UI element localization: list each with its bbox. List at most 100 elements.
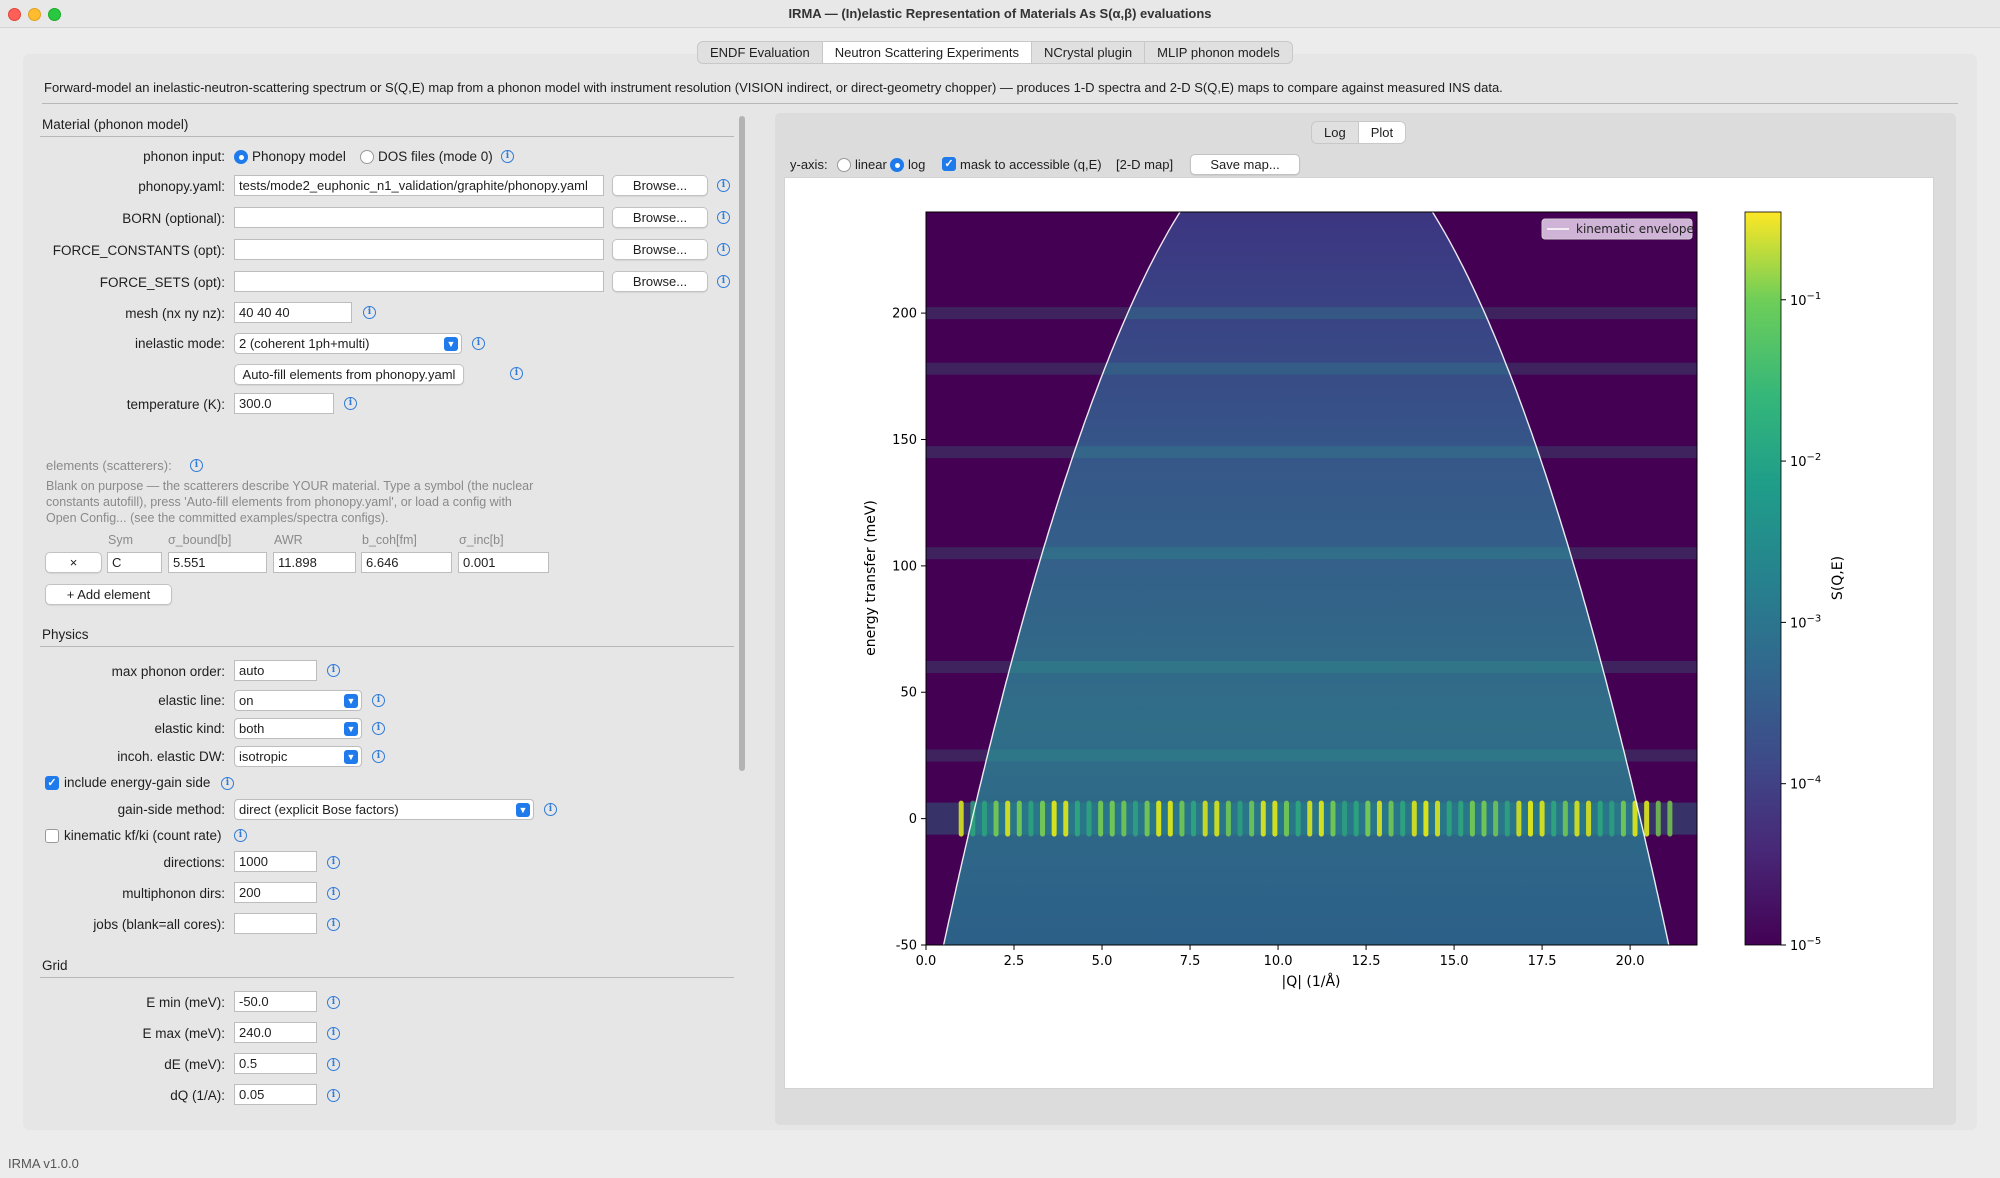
info-icon[interactable]: i <box>717 179 730 192</box>
elastic-line-streak <box>1249 800 1255 837</box>
element-symbol-input[interactable]: C <box>107 552 162 573</box>
de-label: dE (meV): <box>164 1057 225 1072</box>
info-icon[interactable]: i <box>501 150 514 163</box>
max-order-input[interactable]: auto <box>234 660 317 681</box>
y-tick-label: -50 <box>896 939 917 954</box>
info-icon[interactable]: i <box>327 918 340 931</box>
radio-yaxis-log[interactable] <box>890 158 904 172</box>
gain-method-label: gain-side method: <box>117 802 225 817</box>
elastic-line-select[interactable]: on ▼ <box>234 690 362 711</box>
info-icon[interactable]: i <box>234 829 247 842</box>
radio-linear-label: linear <box>855 157 887 172</box>
browse-phonopy-button[interactable]: Browse... <box>612 175 708 196</box>
y-tick-label: 0 <box>909 812 917 827</box>
tab-endf-evaluation[interactable]: ENDF Evaluation <box>698 42 823 63</box>
info-icon[interactable]: i <box>372 694 385 707</box>
gain-method-select[interactable]: direct (explicit Bose factors) ▼ <box>234 799 534 820</box>
phonon-band <box>926 446 1697 459</box>
elastic-kind-select[interactable]: both ▼ <box>234 718 362 739</box>
elastic-line-label: elastic line: <box>158 693 225 708</box>
radio-phonopy-label: Phonopy model <box>252 149 346 164</box>
browse-force-constants-button[interactable]: Browse... <box>612 239 708 260</box>
elastic-line-streak <box>1307 800 1313 837</box>
remove-element-button[interactable]: × <box>45 552 102 573</box>
force-sets-input[interactable] <box>234 271 604 292</box>
section-physics: Physics <box>42 627 89 642</box>
scrollbar-thumb[interactable] <box>739 116 745 771</box>
info-icon[interactable]: i <box>510 367 523 380</box>
force-constants-input[interactable] <box>234 239 604 260</box>
info-icon[interactable]: i <box>327 996 340 1009</box>
elastic-line-streak <box>1353 800 1359 837</box>
phonon-input-label: phonon input: <box>143 149 225 164</box>
left-panel-scrollbar[interactable] <box>736 113 748 1113</box>
info-icon[interactable]: i <box>221 777 234 790</box>
info-icon[interactable]: i <box>717 243 730 256</box>
radio-yaxis-linear[interactable] <box>837 158 851 172</box>
inelastic-mode-select[interactable]: 2 (coherent 1ph+multi) ▼ <box>234 333 462 354</box>
gain-side-checkbox[interactable]: ✓ <box>45 776 59 790</box>
temperature-input[interactable]: 300.0 <box>234 393 334 414</box>
tab-mlip-phonon-models[interactable]: MLIP phonon models <box>1145 42 1292 63</box>
de-input[interactable]: 0.5 <box>234 1053 317 1074</box>
info-icon[interactable]: i <box>363 306 376 319</box>
mask-accessible-checkbox[interactable]: ✓ <box>942 157 956 171</box>
element-awr-input[interactable]: 11.898 <box>273 552 356 573</box>
info-icon[interactable]: i <box>327 1058 340 1071</box>
info-icon[interactable]: i <box>344 397 357 410</box>
multiphonon-input[interactable]: 200 <box>234 882 317 903</box>
info-icon[interactable]: i <box>717 211 730 224</box>
tab-log[interactable]: Log <box>1312 122 1359 143</box>
emin-input[interactable]: -50.0 <box>234 991 317 1012</box>
output-tabs: Log Plot <box>1311 121 1407 144</box>
phonopy-path-input[interactable]: tests/mode2_euphonic_n1_validation/graph… <box>234 175 604 196</box>
status-bar-version: IRMA v1.0.0 <box>8 1156 79 1171</box>
info-icon[interactable]: i <box>544 803 557 816</box>
colorbar-tick-label: 10−5 <box>1790 936 1821 954</box>
elastic-line-streak <box>1574 800 1580 837</box>
section-grid: Grid <box>42 958 68 973</box>
jobs-label: jobs (blank=all cores): <box>93 917 225 932</box>
element-sigma-inc-input[interactable]: 0.001 <box>458 552 549 573</box>
jobs-input[interactable] <box>234 913 317 934</box>
add-element-button[interactable]: + Add element <box>45 584 172 605</box>
mesh-input[interactable]: 40 40 40 <box>234 302 352 323</box>
kfki-checkbox[interactable] <box>45 829 59 843</box>
info-icon[interactable]: i <box>717 275 730 288</box>
info-icon[interactable]: i <box>327 856 340 869</box>
element-b-coh-input[interactable]: 6.646 <box>361 552 452 573</box>
dq-input[interactable]: 0.05 <box>234 1084 317 1105</box>
emax-input[interactable]: 240.0 <box>234 1022 317 1043</box>
incoh-dw-select[interactable]: isotropic ▼ <box>234 746 362 767</box>
chevron-down-icon: ▼ <box>344 694 358 708</box>
plot-canvas: 0.0 2.5 5.0 7.5 10.0 12.5 15.0 17.5 20.0 -50 0 50 10… <box>784 177 1934 1089</box>
element-sigma-bound-input[interactable]: 5.551 <box>168 552 267 573</box>
radio-dos-files[interactable] <box>360 150 374 164</box>
tab-plot[interactable]: Plot <box>1358 122 1406 143</box>
directions-input[interactable]: 1000 <box>234 851 317 872</box>
x-tick-label: 7.5 <box>1180 954 1201 969</box>
tab-neutron-scattering[interactable]: Neutron Scattering Experiments <box>822 42 1032 63</box>
tab-ncrystal-plugin[interactable]: NCrystal plugin <box>1032 42 1146 63</box>
browse-born-button[interactable]: Browse... <box>612 207 708 228</box>
info-icon[interactable]: i <box>372 722 385 735</box>
born-path-input[interactable] <box>234 207 604 228</box>
autofill-elements-button[interactable]: Auto-fill elements from phonopy.yaml <box>234 364 464 385</box>
info-icon[interactable]: i <box>472 337 485 350</box>
elastic-line-streak <box>1121 800 1127 837</box>
elastic-line-streak <box>1342 800 1348 837</box>
elastic-line-streak <box>1365 800 1371 837</box>
info-icon[interactable]: i <box>372 750 385 763</box>
elastic-line-streak <box>1295 800 1301 837</box>
colorbar-tick-label: 10−2 <box>1790 452 1821 470</box>
info-icon[interactable]: i <box>327 1027 340 1040</box>
browse-force-sets-button[interactable]: Browse... <box>612 271 708 292</box>
radio-phonopy-model[interactable] <box>234 150 248 164</box>
info-icon[interactable]: i <box>327 887 340 900</box>
elastic-line-streak <box>1040 800 1046 837</box>
info-icon[interactable]: i <box>190 459 203 472</box>
info-icon[interactable]: i <box>327 1089 340 1102</box>
save-map-button[interactable]: Save map... <box>1190 154 1300 175</box>
info-icon[interactable]: i <box>327 664 340 677</box>
chevron-down-icon: ▼ <box>516 803 530 817</box>
